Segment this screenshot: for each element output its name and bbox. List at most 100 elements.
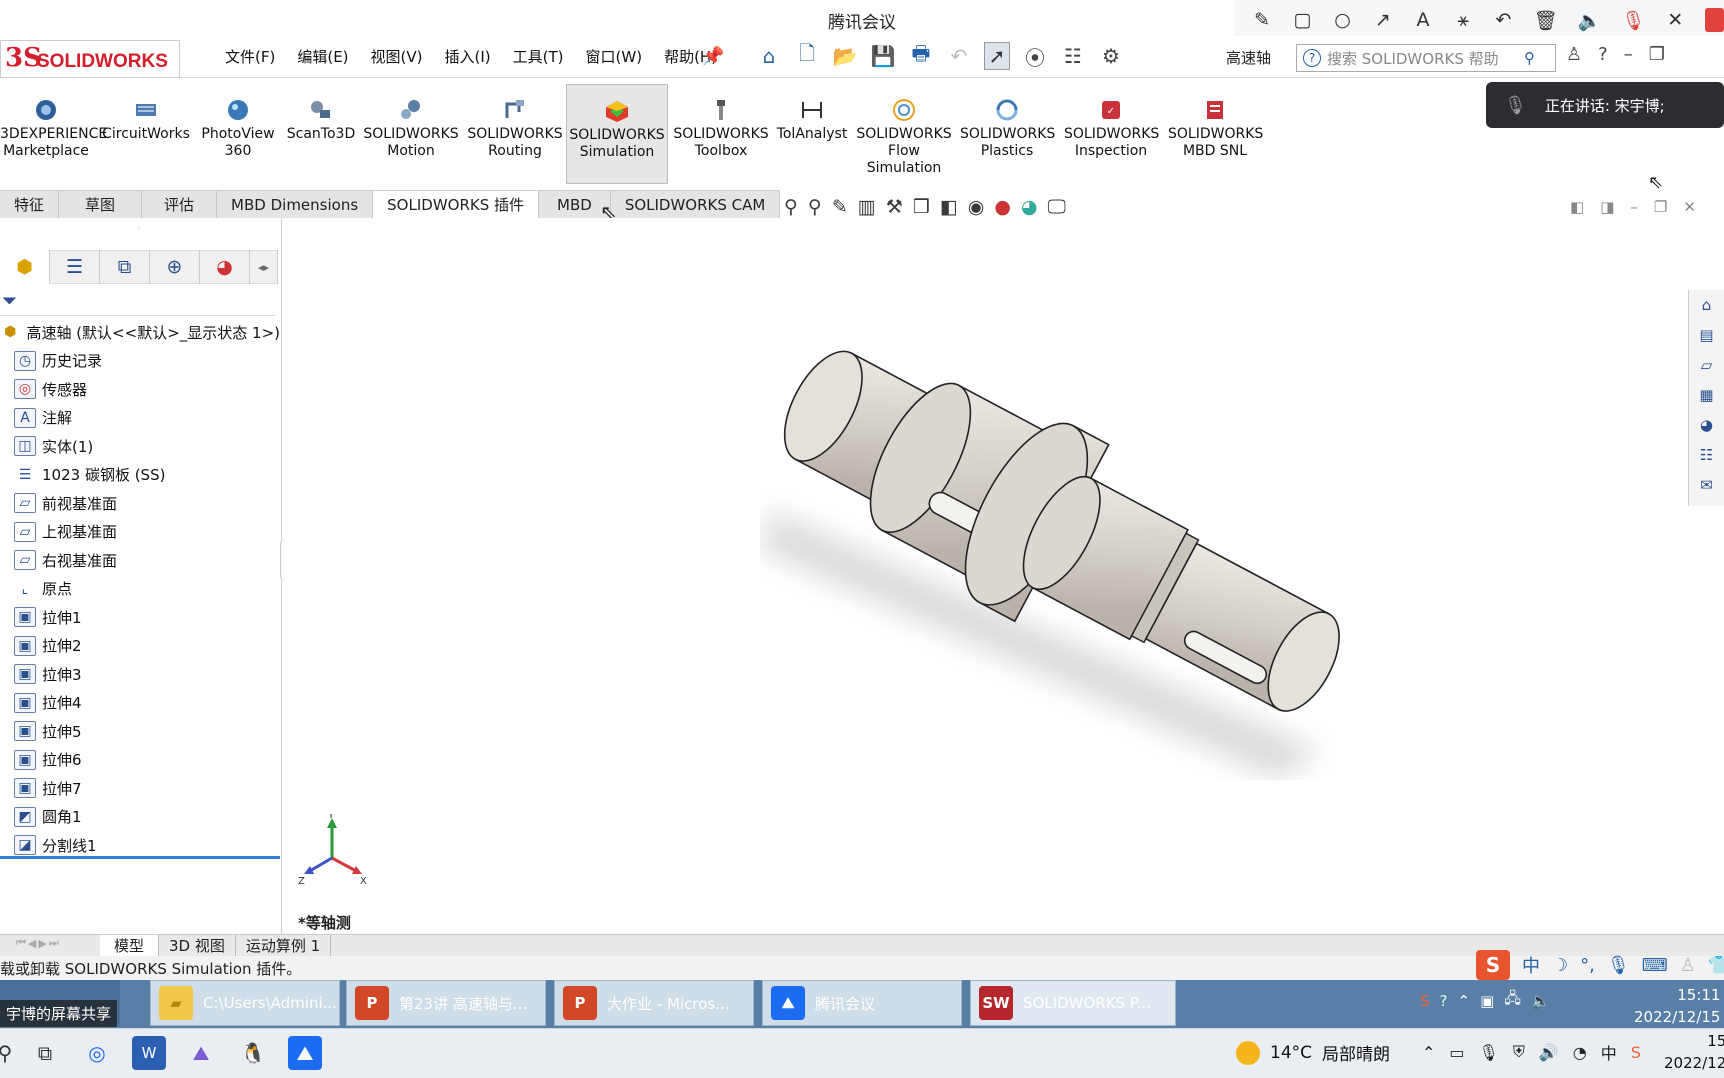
tree-item-front-plane[interactable]: ▱ 前视基准面 [0, 489, 280, 518]
help-icon[interactable]: ? [1598, 44, 1608, 65]
apply-scene-icon[interactable]: ◕ [1021, 196, 1038, 218]
skin-icon[interactable]: 👕 [1708, 955, 1724, 976]
tab-model[interactable]: 模型 [100, 934, 160, 957]
tree-item-extrude5[interactable]: ▣ 拉伸5 [0, 717, 280, 746]
user-icon[interactable]: ♙ [1566, 44, 1582, 65]
addin-photoview-360[interactable]: PhotoView 360 [198, 84, 278, 160]
display-manager-tab-icon[interactable]: ◕ [200, 250, 250, 284]
pen-icon[interactable]: ✎ [1252, 8, 1272, 32]
display-style-icon[interactable]: ◧ [940, 196, 958, 218]
task-powerpoint-lecture[interactable]: P 第23讲 高速轴与... [346, 980, 546, 1026]
custom-properties-icon[interactable]: ☷ [1689, 440, 1724, 470]
minimize-icon[interactable]: – [1624, 44, 1633, 65]
arrow-icon[interactable]: ↗ [1373, 8, 1393, 32]
home-icon[interactable]: ⌂ [756, 42, 782, 70]
view-palette-icon[interactable]: ▦ [1689, 380, 1724, 410]
zoom-to-area-icon[interactable]: ⚲ [808, 196, 822, 218]
mountain-app-icon[interactable]: ⛰ [184, 1036, 218, 1070]
tree-item-fillet1[interactable]: ◩ 圆角1 [0, 803, 280, 832]
keyboard-icon[interactable]: ⌨ [1642, 955, 1668, 976]
qq-icon[interactable]: 🐧 [236, 1036, 270, 1070]
zoom-to-fit-icon[interactable]: ⚲ [784, 196, 798, 218]
print-icon[interactable]: 🖶 [908, 41, 934, 70]
tree-item-solid-bodies[interactable]: ◫ 实体(1) [0, 432, 280, 461]
forum-icon[interactable]: ✉ [1689, 470, 1724, 500]
new-document-icon[interactable]: 🗋 [794, 41, 820, 70]
restore-icon[interactable]: ❐ [1649, 44, 1665, 65]
section-view-icon[interactable]: ▥ [858, 196, 876, 218]
user-center-icon[interactable]: ♙ [1680, 955, 1696, 976]
view-settings-icon[interactable]: 🖵 [1048, 196, 1066, 218]
panel-grip-icon[interactable]: ◦ [0, 224, 278, 235]
previous-pane-icon[interactable]: ◧ [1570, 198, 1584, 216]
search-icon[interactable]: ⚲ [0, 1036, 12, 1070]
file-properties-icon[interactable]: ☷ [1060, 42, 1086, 70]
addin-solidworks-mbd-snl[interactable]: SOLIDWORKS MBD SNL [1168, 84, 1263, 160]
volume-icon[interactable]: 🔊 [1539, 1043, 1559, 1062]
voice-input-icon[interactable]: 🎙 [1607, 955, 1630, 976]
previous-view-icon[interactable]: ✎ [832, 196, 848, 218]
tree-item-extrude6[interactable]: ▣ 拉伸6 [0, 746, 280, 775]
tree-item-right-plane[interactable]: ▱ 右视基准面 [0, 546, 280, 575]
first-tab-icon[interactable]: ⏮ [16, 936, 26, 950]
tree-item-extrude2[interactable]: ▣ 拉伸2 [0, 632, 280, 661]
help-tray-icon[interactable]: ? [1440, 992, 1448, 1010]
pin-icon[interactable]: 📌 [702, 46, 724, 67]
word-icon[interactable]: W [132, 1036, 166, 1070]
undo-icon[interactable]: ↶ [1493, 8, 1513, 32]
speaker-icon[interactable]: 🔈 [1578, 8, 1602, 32]
tab-features[interactable]: 特征 [0, 190, 60, 219]
ime-indicator[interactable]: 中 [1601, 1040, 1617, 1064]
solidworks-resources-icon[interactable]: ⌂ [1689, 290, 1724, 320]
file-explorer-icon[interactable]: ▱ [1689, 350, 1724, 380]
punctuation-icon[interactable]: °, [1580, 955, 1595, 976]
search-icon[interactable]: ⚲ [1524, 49, 1535, 67]
addin-scanto3d[interactable]: ScanTo3D [284, 84, 358, 143]
menu-view[interactable]: 视图(V) [360, 46, 434, 67]
tree-item-top-plane[interactable]: ▱ 上视基准面 [0, 518, 280, 547]
select-icon[interactable]: ➚ [984, 42, 1010, 70]
undo-icon[interactable]: ↶ [946, 42, 972, 70]
record-badge[interactable] [1705, 8, 1724, 32]
battery-icon[interactable]: ▭ [1449, 1043, 1464, 1062]
close-icon[interactable]: ✕ [1683, 198, 1696, 216]
appearances-icon[interactable]: ◕ [1689, 410, 1724, 440]
next-tab-icon[interactable]: ▶ [38, 937, 46, 950]
task-view-icon[interactable]: ⧉ [28, 1036, 62, 1070]
design-library-icon[interactable]: ▤ [1689, 320, 1724, 350]
save-icon[interactable]: 💾 [870, 42, 896, 70]
task-file-explorer[interactable]: ▰ C:\Users\Admini... [150, 980, 340, 1026]
sogou-ime-logo[interactable]: S [1476, 950, 1510, 980]
addin-solidworks-inspection[interactable]: ✓ SOLIDWORKS Inspection [1064, 84, 1159, 160]
wifi-icon[interactable]: ◔ [1573, 1043, 1587, 1062]
minimize-icon[interactable]: – [1630, 198, 1638, 216]
hide-show-items-icon[interactable]: ◉ [968, 196, 985, 218]
tree-item-extrude1[interactable]: ▣ 拉伸1 [0, 603, 280, 632]
property-manager-tab-icon[interactable]: ☰ [50, 250, 100, 284]
tree-item-material[interactable]: ☰ 1023 碳钢板 (SS) [0, 461, 280, 490]
view-orientation-icon[interactable]: ❒ [913, 196, 930, 218]
menu-file[interactable]: 文件(F) [214, 46, 286, 67]
tab-scroll-arrows-icon[interactable]: ◂▸ [250, 250, 278, 284]
tray-expand-icon[interactable]: ⌃ [1458, 992, 1471, 1010]
tray-app-icon[interactable]: ▣ [1480, 992, 1494, 1010]
addin-3dexperience-marketplace[interactable]: 3DEXPERIENCE Marketplace [0, 84, 107, 160]
menu-insert[interactable]: 插入(I) [434, 46, 502, 67]
trash-icon[interactable]: 🗑 [1533, 8, 1557, 32]
open-icon[interactable]: 📂 [832, 42, 858, 70]
addin-solidworks-plastics[interactable]: SOLIDWORKS Plastics [960, 84, 1055, 160]
rectangle-icon[interactable]: ▢ [1292, 8, 1312, 32]
tab-mbd-dimensions[interactable]: MBD Dimensions [217, 190, 374, 219]
feature-tree-tab-icon[interactable]: ⬢ [0, 250, 50, 284]
circle-icon[interactable]: ○ [1332, 8, 1352, 32]
prev-tab-icon[interactable]: ◀ [28, 937, 36, 950]
next-pane-icon[interactable]: ◨ [1600, 198, 1614, 216]
addin-solidworks-toolbox[interactable]: SOLIDWORKS Toolbox [672, 84, 770, 160]
system-clock[interactable]: 15:11 2022/12/15 [1664, 1030, 1724, 1074]
sogou-tray-icon[interactable]: S [1420, 992, 1430, 1010]
menu-window[interactable]: 窗口(W) [575, 46, 654, 67]
solidworks-logo[interactable]: 3S SOLIDWORKS [0, 40, 180, 78]
tree-item-sensors[interactable]: ◎ 传感器 [0, 375, 280, 404]
tree-item-annotations[interactable]: A 注解 [0, 404, 280, 433]
tree-item-origin[interactable]: ⌞ 原点 [0, 575, 280, 604]
